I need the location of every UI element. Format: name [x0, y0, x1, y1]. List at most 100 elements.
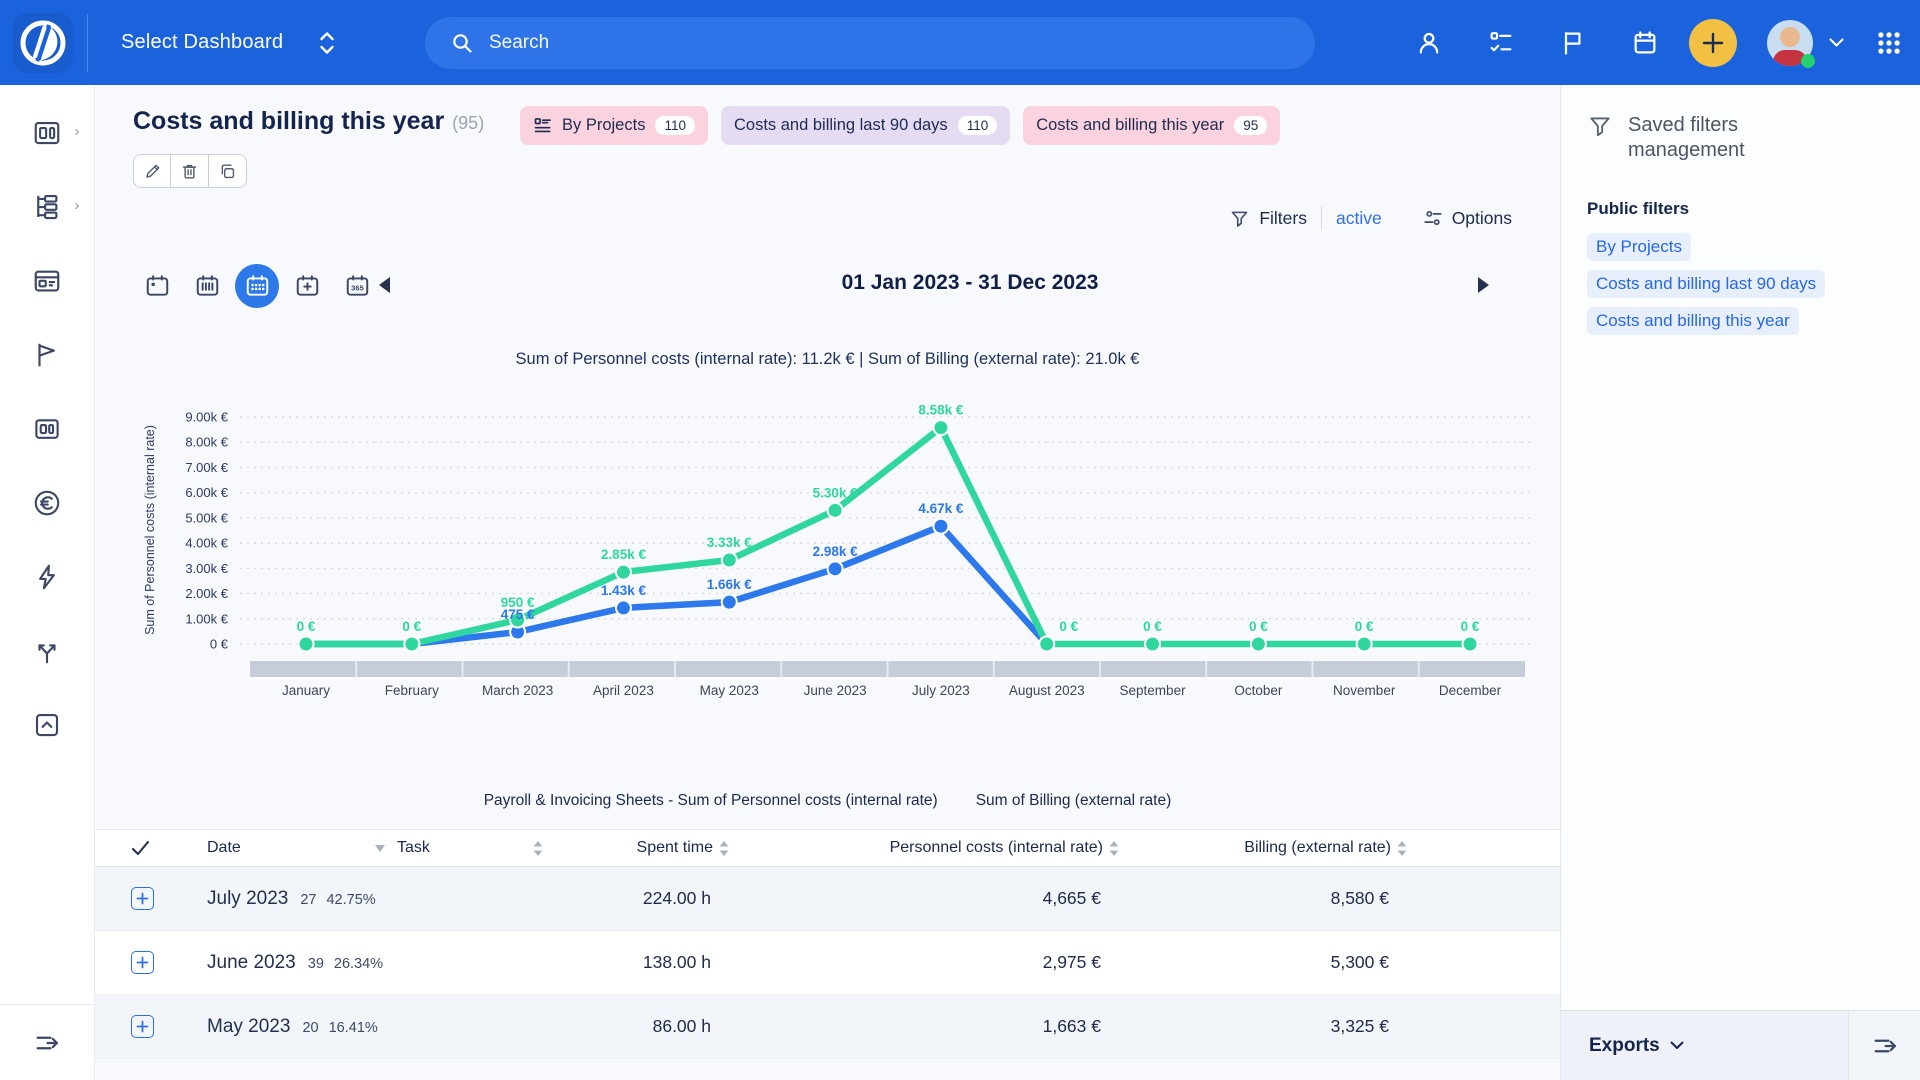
calendar-icon[interactable]	[1631, 29, 1659, 57]
view-year-button[interactable]: 365	[335, 264, 379, 308]
public-filters-list: By Projects Costs and billing last 90 da…	[1587, 233, 1920, 335]
svg-text:0 €: 0 €	[1461, 619, 1480, 634]
sidebar-item-exports[interactable]	[0, 710, 95, 740]
filters-active-link[interactable]: active	[1336, 208, 1382, 229]
sidebar-item-dashboards[interactable]: ›	[0, 118, 95, 148]
collapse-panel-button[interactable]	[1848, 1010, 1920, 1080]
tree-icon	[32, 192, 62, 222]
topbar-actions	[1415, 0, 1904, 85]
sidebar-item-billing[interactable]	[0, 488, 95, 518]
sidebar-item-integrations[interactable]	[0, 636, 95, 666]
costs-billing-line-chart[interactable]: 0 €1.00k €2.00k €3.00k €4.00k €5.00k €6.…	[140, 400, 1560, 700]
view-custom-button[interactable]	[285, 264, 329, 308]
search-input[interactable]	[489, 32, 1189, 54]
view-day-button[interactable]	[135, 264, 179, 308]
apps-grid-icon[interactable]	[1874, 28, 1904, 58]
search-bar[interactable]	[425, 17, 1315, 69]
edit-button[interactable]	[133, 154, 171, 188]
previous-period-button[interactable]	[378, 276, 391, 294]
table-row[interactable]: July 20232742.75% 224.00 h 4,665 € 8,580…	[95, 867, 1560, 931]
chip-label: Costs and billing last 90 days	[734, 116, 948, 135]
column-header-date[interactable]: Date	[207, 839, 397, 857]
calendar-month-icon	[244, 273, 271, 299]
profile-icon[interactable]	[1415, 29, 1443, 57]
sidebar-item-projects-tree[interactable]: ›	[0, 192, 95, 222]
delete-button[interactable]	[171, 154, 209, 188]
flag-icon[interactable]	[1559, 29, 1587, 57]
table-row[interactable]: June 20233926.34% 138.00 h 2,975 € 5,300…	[95, 931, 1560, 995]
chart-legend: Payroll & Invoicing Sheets - Sum of Pers…	[95, 792, 1560, 810]
svg-text:3.00k €: 3.00k €	[185, 561, 228, 576]
filter-link-costs-this-year[interactable]: Costs and billing this year	[1587, 307, 1799, 335]
flag-pennant-icon	[32, 340, 62, 370]
exports-button[interactable]: Exports	[1561, 1010, 1848, 1080]
chip-costs-90-days[interactable]: Costs and billing last 90 days 110	[721, 106, 1010, 145]
user-avatar[interactable]	[1767, 20, 1813, 66]
filters-label[interactable]: Filters	[1259, 208, 1307, 229]
dashboard-icon	[32, 118, 62, 148]
svg-text:3.33k €: 3.33k €	[707, 535, 753, 550]
svg-text:5.00k €: 5.00k €	[185, 510, 228, 525]
svg-text:0 €: 0 €	[1355, 619, 1374, 634]
left-sidebar: › ›	[0, 85, 95, 1080]
expand-row-button[interactable]	[131, 951, 154, 974]
plus-icon	[136, 1020, 149, 1033]
panel-title: Saved filters management	[1628, 113, 1745, 163]
copy-icon	[218, 162, 237, 181]
legend-personnel-costs[interactable]: Payroll & Invoicing Sheets - Sum of Pers…	[484, 792, 938, 810]
chevron-down-icon[interactable]	[1829, 38, 1844, 47]
options-button[interactable]: Options	[1422, 207, 1512, 229]
calendar-week-icon	[194, 273, 221, 299]
cell-date: June 20233926.34%	[207, 952, 397, 974]
view-month-button[interactable]	[235, 264, 279, 308]
legend-billing[interactable]: Sum of Billing (external rate)	[976, 792, 1172, 810]
view-week-button[interactable]	[185, 264, 229, 308]
svg-text:5.30k €: 5.30k €	[813, 485, 859, 500]
expand-sidebar-button[interactable]	[0, 1004, 94, 1080]
svg-text:January: January	[282, 683, 330, 698]
svg-text:8.58k €: 8.58k €	[918, 403, 964, 418]
duplicate-button[interactable]	[209, 154, 247, 188]
sidebar-item-browser[interactable]	[0, 266, 95, 296]
expand-row-button[interactable]	[131, 887, 154, 910]
filter-link-costs-90-days[interactable]: Costs and billing last 90 days	[1587, 270, 1825, 298]
split-arrows-icon	[32, 636, 62, 666]
chevron-down-icon	[1670, 1041, 1684, 1050]
svg-text:6.00k €: 6.00k €	[185, 485, 228, 500]
caret-down-icon	[375, 845, 385, 852]
filters-toolbar: Filters active Options	[1229, 206, 1512, 230]
report-board-icon	[32, 414, 62, 444]
top-bar: Select Dashboard	[0, 0, 1920, 85]
sidebar-item-automations[interactable]	[0, 562, 95, 592]
chip-by-projects[interactable]: By Projects 110	[520, 106, 708, 145]
chip-costs-this-year[interactable]: Costs and billing this year 95	[1023, 106, 1280, 145]
app-logo[interactable]	[13, 13, 73, 73]
tasks-icon[interactable]	[1487, 29, 1515, 57]
svg-text:0 €: 0 €	[1059, 619, 1078, 634]
euro-icon	[32, 488, 62, 518]
add-button[interactable]	[1689, 19, 1737, 67]
svg-text:February: February	[385, 683, 439, 698]
column-header-billing[interactable]: Billing (external rate)	[1127, 839, 1415, 857]
svg-text:0 €: 0 €	[297, 619, 316, 634]
column-header-personnel-costs[interactable]: Personnel costs (internal rate)	[737, 839, 1127, 857]
cell-date: May 20232016.41%	[207, 1016, 397, 1038]
column-header-spent-time[interactable]: Spent time	[555, 839, 737, 857]
filter-link-by-projects[interactable]: By Projects	[1587, 233, 1691, 261]
exports-label: Exports	[1589, 1035, 1660, 1057]
next-period-button[interactable]	[1477, 276, 1490, 294]
pencil-icon	[143, 162, 162, 181]
expand-row-button[interactable]	[131, 1015, 154, 1038]
browser-window-icon	[32, 266, 62, 296]
svg-text:November: November	[1333, 683, 1396, 698]
options-label: Options	[1452, 208, 1512, 229]
chart-summary: Sum of Personnel costs (internal rate): …	[95, 350, 1560, 369]
svg-text:9.00k €: 9.00k €	[185, 410, 228, 425]
table-row[interactable]: May 20232016.41% 86.00 h 1,663 € 3,325 €	[95, 995, 1560, 1059]
sidebar-item-reports[interactable]	[0, 414, 95, 444]
select-all-checkmark[interactable]	[95, 840, 207, 856]
topbar-divider	[87, 14, 88, 72]
dashboard-selector[interactable]: Select Dashboard	[121, 30, 335, 56]
column-header-task[interactable]: Task	[397, 839, 555, 857]
sidebar-item-milestones[interactable]	[0, 340, 95, 370]
